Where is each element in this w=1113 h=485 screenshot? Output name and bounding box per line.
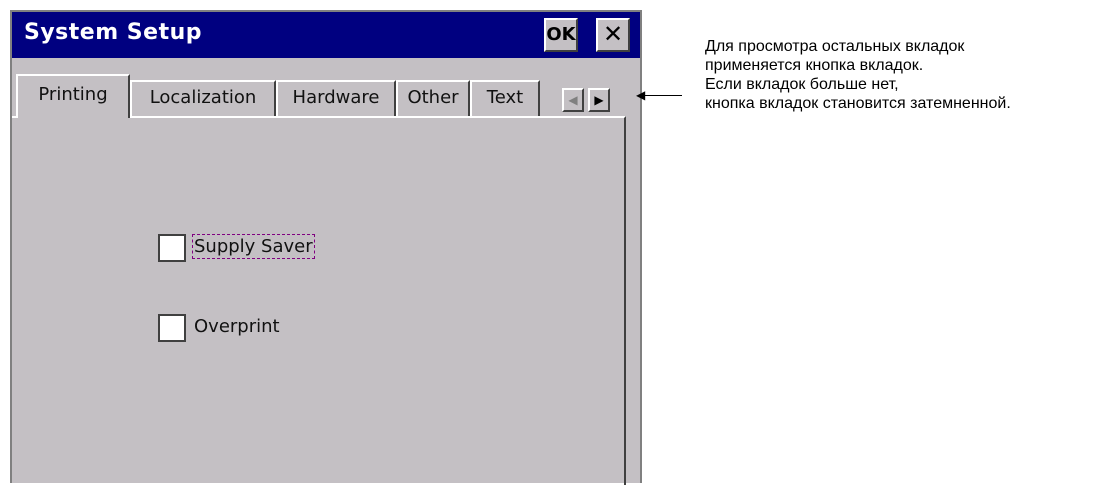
supply-saver-label[interactable]: Supply Saver [192, 234, 315, 259]
annotation-line-4: кнопка вкладок становится затемненной. [705, 95, 1011, 112]
callout-line [642, 95, 682, 96]
tab-printing[interactable]: Printing [16, 74, 130, 118]
annotation-line-2: применяется кнопка вкладок. [705, 57, 924, 74]
overprint-label[interactable]: Overprint [194, 316, 280, 337]
system-setup-window: System Setup OK ✕ Printing Localization … [10, 10, 642, 485]
tab-strip: Printing Localization Hardware Other Tex… [12, 74, 640, 118]
tab-scroll-right-button[interactable]: ▶ [588, 88, 610, 112]
ok-button[interactable]: OK [544, 18, 578, 52]
tab-other[interactable]: Other [396, 80, 470, 116]
callout-arrow-icon: ◀ [636, 88, 646, 102]
annotation-line-3: Если вкладок больше нет, [705, 76, 899, 93]
tab-text[interactable]: Text [470, 80, 540, 116]
tab-hardware[interactable]: Hardware [276, 80, 396, 116]
title-bar: System Setup OK ✕ [12, 12, 640, 58]
annotation-text: Для просмотра остальных вкладок применяе… [705, 37, 1011, 113]
window-title: System Setup [24, 20, 202, 45]
overprint-checkbox[interactable] [158, 314, 186, 342]
tab-localization[interactable]: Localization [130, 80, 276, 116]
annotation-line-1: Для просмотра остальных вкладок [705, 38, 965, 55]
tab-scroll-left-button[interactable]: ◀ [562, 88, 584, 112]
close-button[interactable]: ✕ [596, 18, 630, 52]
printing-panel: Supply Saver Overprint [12, 116, 626, 485]
supply-saver-checkbox[interactable] [158, 234, 186, 262]
